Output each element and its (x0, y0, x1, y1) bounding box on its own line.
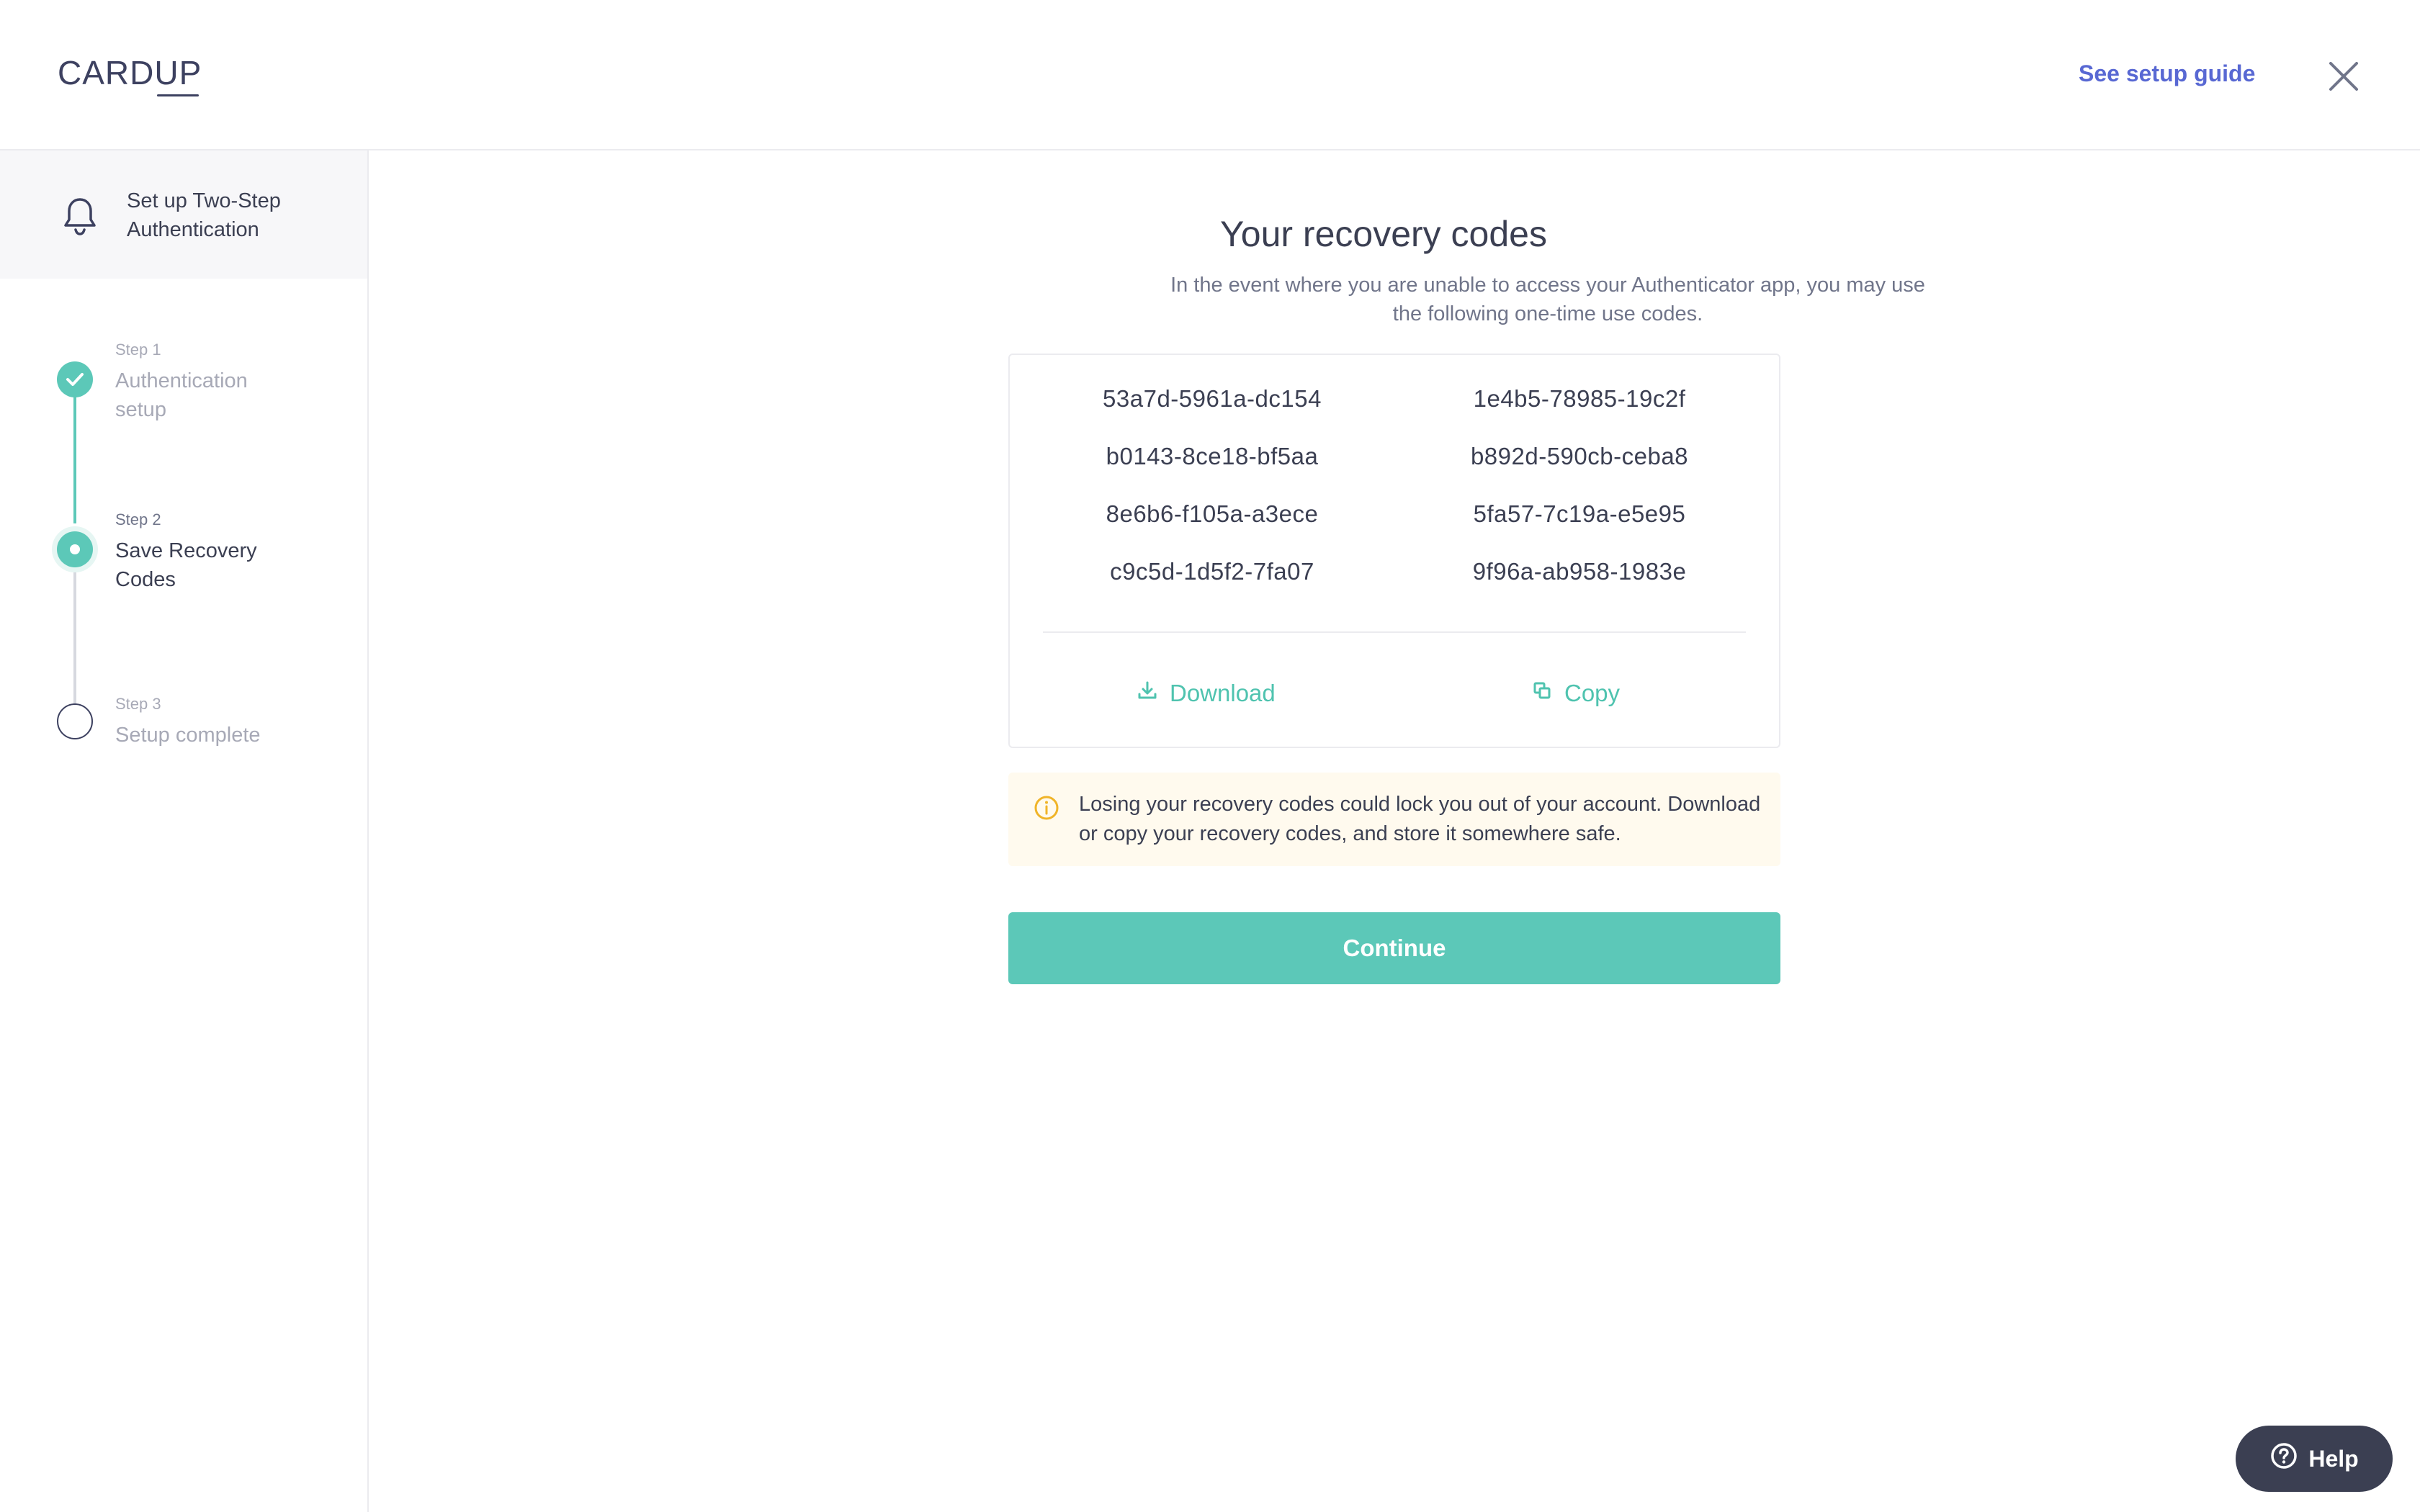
step-3-pending-icon (57, 703, 93, 739)
close-icon[interactable] (2325, 58, 2362, 95)
step-2-current-icon (52, 526, 98, 572)
see-setup-guide-link[interactable]: See setup guide (2079, 60, 2255, 87)
recovery-code: b892d-590cb-ceba8 (1470, 443, 1689, 469)
warning-text: Losing your recovery codes could lock yo… (1079, 793, 1761, 845)
copy-icon (1531, 680, 1553, 707)
step-3-label: Setup complete (115, 724, 261, 747)
help-label: Help (2308, 1445, 2359, 1472)
recovery-code: 8e6b6-f105a-a3ece (1106, 500, 1319, 527)
step-1-check-icon (57, 361, 93, 397)
continue-button[interactable]: Continue (1008, 912, 1780, 984)
recovery-code: c9c5d-1d5f2-7fa07 (1110, 558, 1314, 585)
help-button[interactable]: Help (2236, 1426, 2393, 1492)
sidebar: Set up Two-Step Authentication Step 1 Au… (0, 150, 369, 1512)
download-label: Download (1170, 680, 1276, 706)
recovery-code: 9f96a-ab958-1983e (1472, 558, 1687, 585)
recovery-code: 53a7d-5961a-dc154 (1103, 385, 1322, 412)
page-subtitle: In the event where you are unable to acc… (1170, 274, 1925, 325)
copy-button[interactable]: Copy (1531, 676, 1620, 711)
step-2-label: Save Recovery Codes (115, 539, 257, 591)
recovery-code: b0143-8ce18-bf5aa (1106, 443, 1319, 469)
step-connector-2 (73, 567, 76, 722)
copy-label: Copy (1564, 680, 1621, 706)
codes-divider (1043, 631, 1746, 633)
question-mark-icon (2269, 1441, 2298, 1476)
step-1-label: Authentication setup (115, 369, 248, 421)
cardup-logo: CARDUP (58, 54, 202, 96)
step-3-number: Step 3 (115, 695, 161, 713)
recovery-codes-card: 53a7d-5961a-dc154 1e4b5-78985-19c2f b014… (1008, 354, 1780, 748)
warning-banner: Losing your recovery codes could lock yo… (1008, 773, 1780, 866)
bell-icon (58, 194, 102, 238)
recovery-code: 5fa57-7c19a-e5e95 (1473, 500, 1686, 527)
page-title: Your recovery codes (1220, 214, 1547, 254)
download-icon (1137, 680, 1158, 707)
step-2-number: Step 2 (115, 510, 161, 528)
recovery-code: 1e4b5-78985-19c2f (1473, 385, 1686, 412)
main-content: Your recovery codes In the event where y… (370, 152, 2420, 1512)
step-connector-1 (73, 379, 76, 523)
download-button[interactable]: Download (1137, 676, 1276, 711)
step-1-number: Step 1 (115, 341, 161, 359)
sidebar-title: Set up Two-Step Authentication (127, 189, 281, 241)
sidebar-header: Set up Two-Step Authentication (0, 150, 367, 279)
info-warning-icon (1033, 794, 1060, 822)
top-bar: CARDUP See setup guide (0, 0, 2420, 150)
